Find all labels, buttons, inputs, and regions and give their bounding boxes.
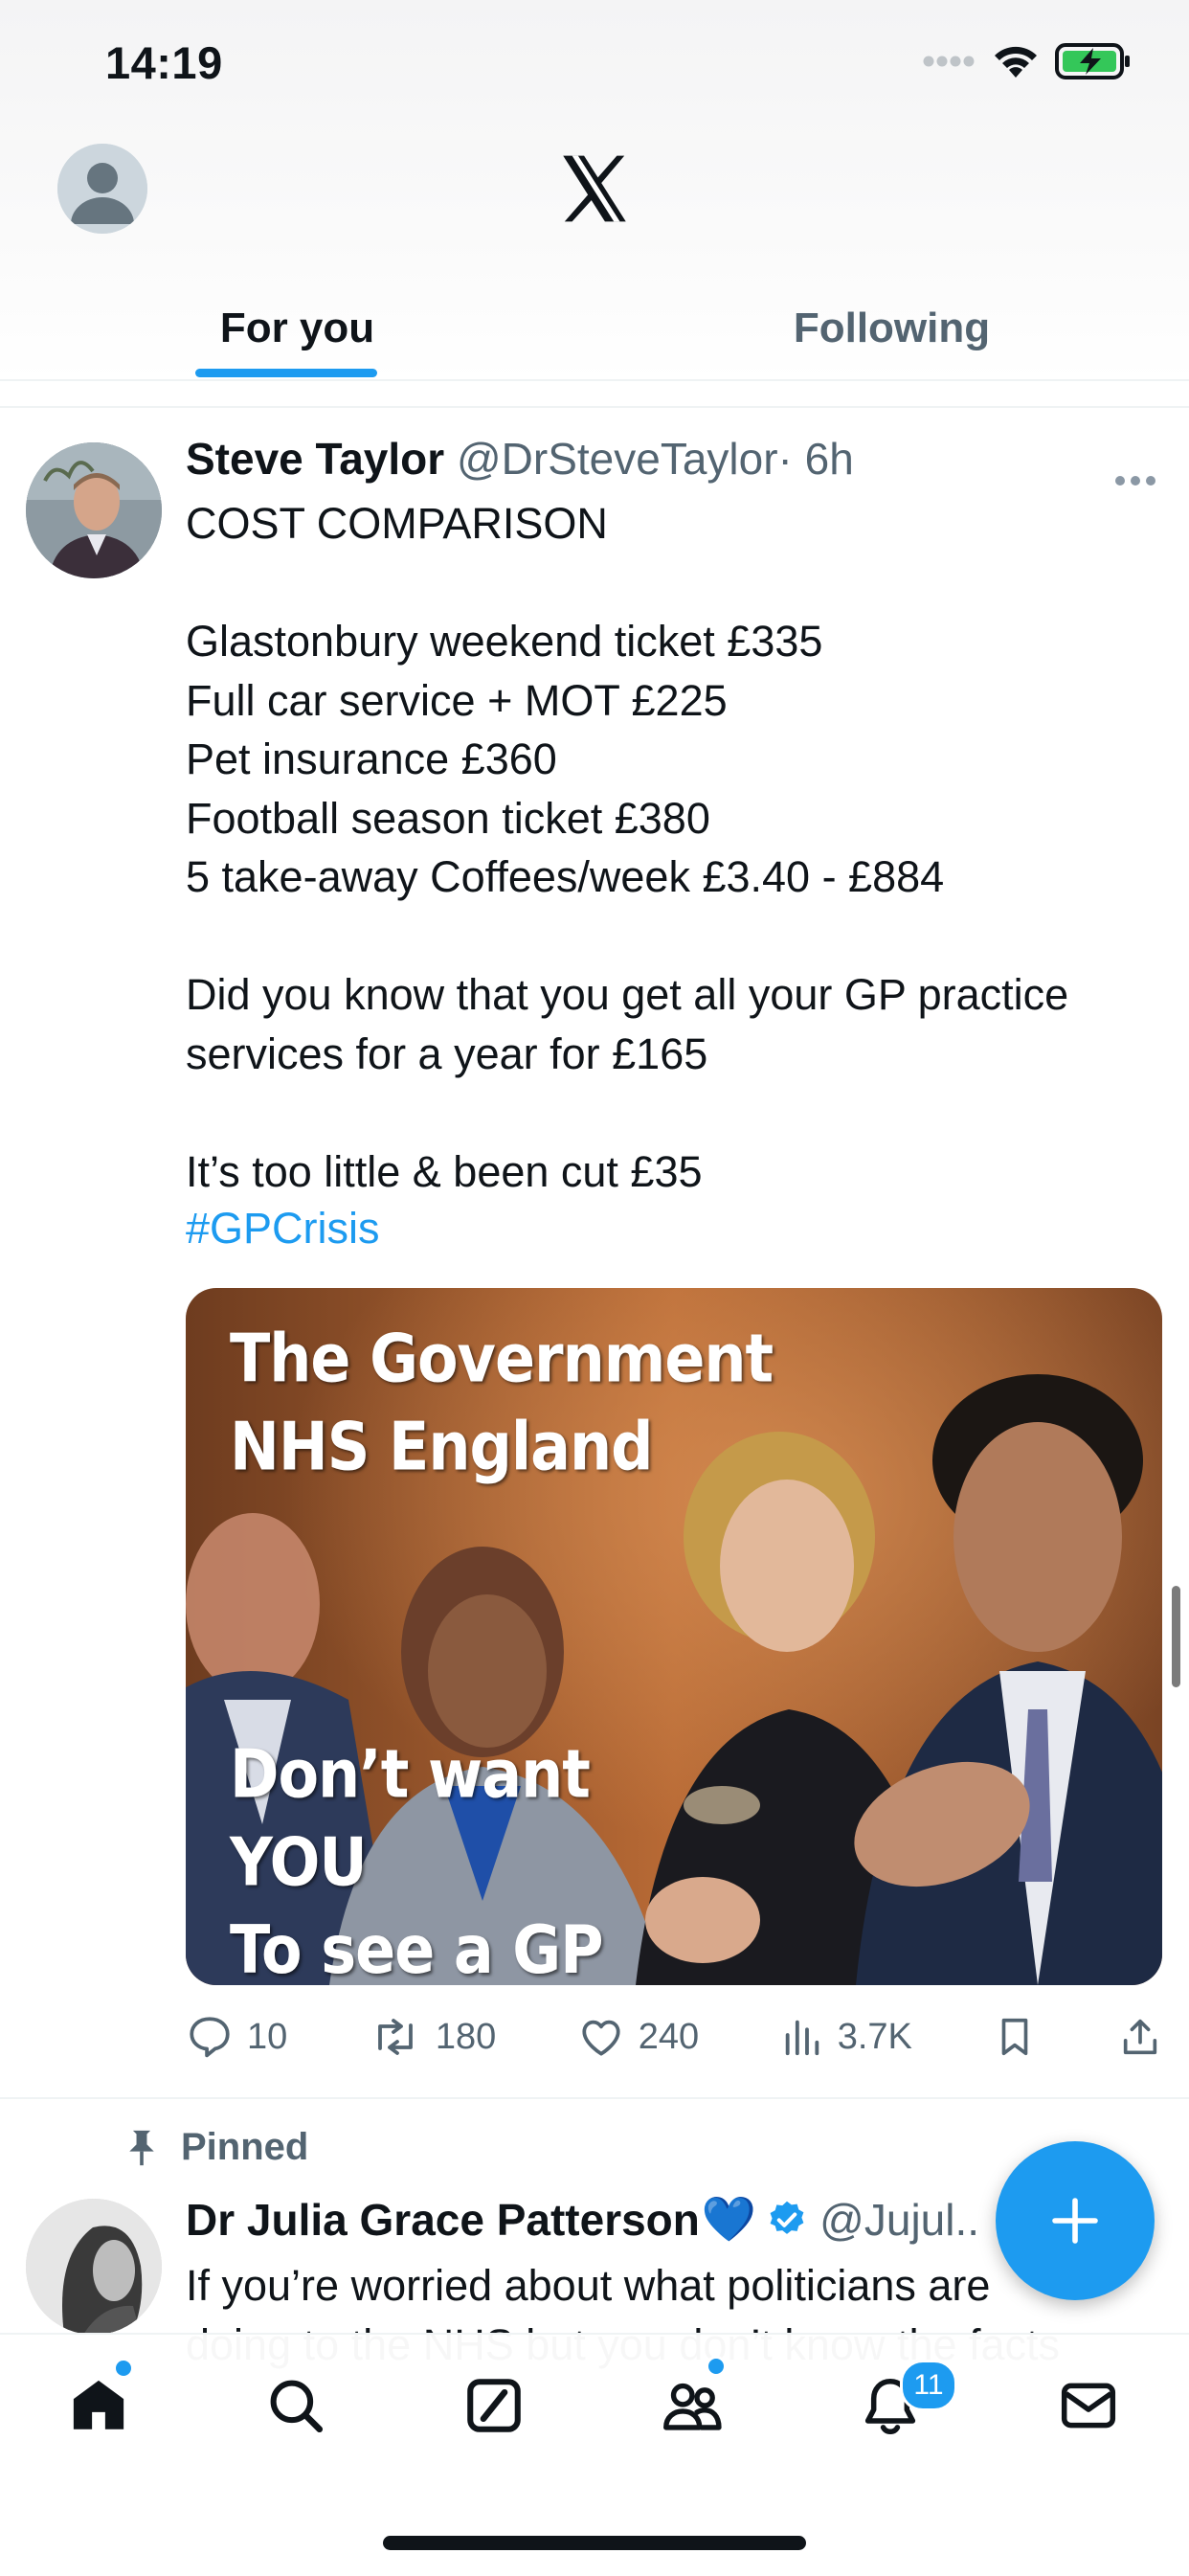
image-caption-bottom: Don’t want YOU To see a GP — [230, 1730, 604, 1985]
scrollbar-thumb[interactable] — [1172, 1586, 1180, 1687]
x-logo-icon — [557, 151, 632, 226]
tweet2-author-name[interactable]: Dr Julia Grace Patterson — [186, 2194, 700, 2246]
home-indicator — [383, 2536, 806, 2550]
like-count: 240 — [638, 2016, 700, 2057]
views-count: 3.7K — [837, 2016, 912, 2057]
header-divider — [0, 379, 1189, 381]
pin-icon — [129, 2130, 154, 2165]
like-button[interactable]: 240 — [577, 2013, 699, 2061]
communities-new-dot — [706, 2356, 727, 2377]
tweet-actions: 10 180 240 3.7K — [186, 2003, 1162, 2070]
tweet-hashtag[interactable]: #GPCrisis — [186, 1204, 380, 1254]
tweet-author-handle[interactable]: @DrSteveTaylor — [457, 434, 778, 484]
nav-messages[interactable] — [1048, 2365, 1129, 2446]
tab-for-you-label: For you — [219, 305, 375, 351]
notifications-badge: 11 — [900, 2360, 957, 2411]
repost-button[interactable]: 180 — [369, 2013, 496, 2061]
image-caption-top: The Government NHS England — [230, 1315, 774, 1491]
tweet2-author-avatar[interactable] — [26, 2199, 162, 2335]
repost-icon — [377, 2019, 413, 2055]
bookmark-button[interactable] — [993, 2013, 1037, 2061]
reply-icon — [190, 2017, 230, 2058]
tweet-text: COST COMPARISON Glastonbury weekend tick… — [186, 499, 1069, 1196]
image-caption-line: YOU — [230, 1822, 368, 1902]
share-icon — [1123, 2019, 1157, 2055]
verified-icon — [770, 2201, 804, 2234]
active-tab-indicator — [195, 369, 377, 377]
image-caption-line: The Government — [230, 1319, 774, 1398]
communities-icon — [663, 2383, 722, 2430]
pinned-label: Pinned — [181, 2126, 309, 2168]
search-icon — [270, 2380, 324, 2433]
image-caption-line: NHS England — [230, 1407, 654, 1486]
views-button[interactable]: 3.7K — [780, 2015, 912, 2059]
compose-plus-icon — [1052, 2198, 1098, 2244]
profile-avatar-icon[interactable] — [57, 144, 147, 234]
home-icon — [73, 2380, 124, 2429]
compose-button[interactable] — [996, 2141, 1155, 2300]
status-time: 14:19 — [105, 37, 223, 88]
tweet-header: Steve Taylor @DrSteveTaylor· 6h — [186, 433, 854, 485]
tweet-time: · 6h — [777, 434, 854, 484]
tweet2-header: Dr Julia Grace Patterson 💙 @Jujul.. — [186, 2193, 979, 2246]
timeline-tabs: For you Following — [0, 278, 1189, 379]
tweet2-author-handle[interactable]: @Jujul.. — [819, 2194, 979, 2246]
cellular-signal-icon — [923, 56, 975, 67]
image-caption-line: Don’t want — [230, 1734, 591, 1814]
tab-for-you[interactable]: For you — [0, 278, 594, 379]
messages-icon — [1061, 2383, 1116, 2429]
tweet-author-avatar[interactable] — [26, 442, 162, 578]
reply-button[interactable]: 10 — [186, 2013, 287, 2061]
grok-icon — [467, 2379, 521, 2432]
status-icons — [923, 42, 1132, 80]
bookmark-icon — [1002, 2018, 1028, 2056]
nav-grok[interactable] — [454, 2365, 534, 2446]
more-icon[interactable] — [1114, 450, 1156, 496]
wifi-icon — [995, 46, 1037, 78]
pinned-indicator: Pinned — [127, 2126, 308, 2169]
reply-count: 10 — [247, 2016, 288, 2057]
repost-count: 180 — [435, 2016, 497, 2057]
image-caption-line: To see a GP — [230, 1910, 604, 1985]
blue-heart-emoji: 💙 — [701, 2194, 757, 2244]
home-new-dot — [113, 2358, 134, 2379]
views-icon — [785, 2020, 819, 2056]
nav-communities[interactable] — [653, 2365, 733, 2446]
share-button[interactable] — [1118, 2013, 1162, 2061]
like-icon — [582, 2020, 620, 2056]
battery-charging-icon — [1055, 43, 1130, 79]
nav-search[interactable] — [256, 2365, 336, 2446]
feed-divider — [0, 406, 1189, 408]
tweet-divider — [0, 2097, 1189, 2099]
tweet-author-name[interactable]: Steve Taylor — [186, 434, 444, 484]
tab-following-label: Following — [793, 305, 991, 351]
tab-following[interactable]: Following — [594, 278, 1189, 379]
tweet-image[interactable]: The Government NHS England Don’t want YO… — [186, 1288, 1162, 1985]
